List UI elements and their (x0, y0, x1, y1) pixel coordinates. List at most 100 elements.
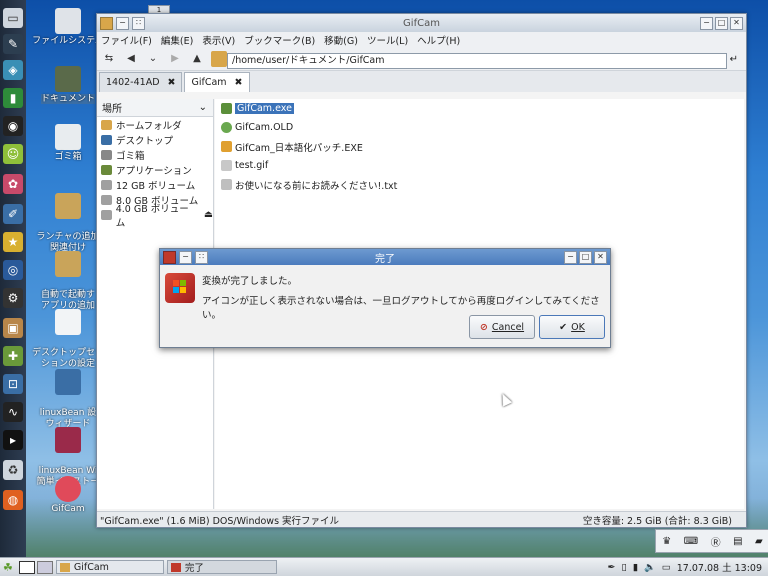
camera-icon[interactable]: ◉ (3, 116, 23, 136)
forward-icon[interactable]: ▶ (167, 51, 183, 67)
menu-bookmarks[interactable]: ブックマーク(B) (244, 33, 315, 47)
add-icon[interactable]: ✚ (3, 346, 23, 366)
monitor-icon[interactable]: ∿ (3, 402, 23, 422)
tray-panel: ♛ ⌨ Ⓡ ▤ ▰ (655, 529, 768, 553)
sticky-button[interactable]: ∷ (195, 250, 208, 264)
menu-go[interactable]: 移動(G) (324, 33, 358, 47)
text-file-icon (221, 179, 232, 190)
menu-help[interactable]: ヘルプ(H) (417, 33, 460, 47)
up-icon[interactable]: ▲ (189, 51, 205, 67)
new-tab-icon[interactable]: ⇆ (101, 51, 117, 67)
list-item[interactable]: test.gif (215, 156, 744, 175)
menu-edit[interactable]: 編集(E) (161, 33, 193, 47)
close-icon[interactable]: ✖ (168, 77, 176, 88)
cancel-button[interactable]: ⊘ Cancel (469, 315, 535, 339)
display-icon[interactable]: ▰ (755, 536, 763, 547)
dialog-titlebar: − ∷ 完了 − □ ✕ (160, 249, 610, 265)
r-icon[interactable]: Ⓡ (711, 534, 721, 549)
monitor-icon[interactable]: ▭ (662, 562, 671, 573)
menu-file[interactable]: ファイル(F) (101, 33, 152, 47)
notebook-icon[interactable]: ▮ (3, 88, 23, 108)
sidebar-item-trash[interactable]: ゴミ箱 (97, 147, 213, 162)
maximize-button[interactable]: □ (715, 17, 728, 30)
window-menu-button[interactable]: − (116, 16, 129, 30)
eject-icon[interactable]: ⏏ (204, 209, 213, 220)
folder-icon (55, 66, 81, 92)
sidebar-header[interactable]: 場所 ⌄ (97, 99, 213, 117)
system-tray: ✒ ▯ ▮ 🔈 ▭ 17.07.08 土 13:09 (602, 558, 768, 576)
task-gifcam[interactable]: GifCam (55, 560, 164, 574)
sticky-button[interactable]: ∷ (132, 16, 145, 30)
crown-icon[interactable]: ♛ (662, 536, 671, 547)
desktop-icon-documents[interactable]: ドキュメント (32, 66, 104, 105)
trash-icon[interactable]: ♻ (3, 460, 23, 480)
recycle-icon (221, 122, 232, 133)
android-icon[interactable]: ☺ (3, 144, 23, 164)
windows-icon (165, 273, 195, 303)
menu-view[interactable]: 表示(V) (202, 33, 235, 47)
tab-label: GifCam (191, 77, 227, 88)
desktop-icon-filesystem[interactable]: ファイルシステム (32, 8, 104, 47)
close-button[interactable]: ✕ (594, 251, 607, 264)
filesystem-icon (55, 8, 81, 34)
pen-icon[interactable]: ✒ (608, 562, 616, 573)
maximize-button[interactable]: □ (579, 251, 592, 264)
menubar: ファイル(F) 編集(E) 表示(V) ブックマーク(B) 移動(G) ツール(… (97, 32, 746, 48)
chevron-down-icon[interactable]: ⌄ (145, 51, 161, 67)
file-label: GifCam.OLD (235, 122, 294, 133)
sidebar-item-volume-4gb[interactable]: 4.0 GB ボリューム ⏏ (97, 204, 213, 229)
tab-1402-41ad[interactable]: 1402-41AD ✖ (99, 72, 183, 92)
path-input[interactable]: /home/user/ドキュメント/GifCam (227, 53, 727, 69)
list-item[interactable]: GifCam.OLD (215, 118, 744, 137)
gifcam-icon (55, 476, 81, 502)
go-icon[interactable]: ↵ (730, 54, 738, 65)
wifi-icon[interactable]: ◎ (3, 260, 23, 280)
menu-tools[interactable]: ツール(L) (367, 33, 408, 47)
pen-icon[interactable]: ✎ (3, 34, 23, 54)
battery-icon[interactable]: ▮ (633, 562, 638, 573)
workspace-1[interactable] (18, 560, 35, 574)
tab-gifcam[interactable]: GifCam ✖ (184, 72, 250, 92)
terminal-icon[interactable]: ▸ (3, 430, 23, 450)
workspace-2[interactable] (36, 560, 53, 574)
list-item[interactable]: お使いになる前にお読みください!.txt (215, 175, 744, 194)
folder-icon (55, 193, 81, 219)
close-icon[interactable]: ✖ (235, 77, 243, 88)
ok-button[interactable]: ✔ OK (539, 315, 605, 339)
sidebar-item-desktop[interactable]: デスクトップ (97, 132, 213, 147)
projector-icon[interactable]: ⊡ (3, 374, 23, 394)
desktop-icon[interactable]: ▭ (3, 8, 23, 28)
start-menu-icon[interactable]: ☘ (3, 561, 13, 574)
gear-icon[interactable]: ⚙ (3, 288, 23, 308)
star-icon[interactable]: ★ (3, 232, 23, 252)
minimize-button[interactable]: − (700, 17, 713, 30)
clipboard-icon[interactable]: ▯ (621, 562, 626, 573)
window-menu-button[interactable]: − (179, 250, 192, 264)
paint-icon[interactable]: ✿ (3, 174, 23, 194)
back-icon[interactable]: ◀ (123, 51, 139, 67)
file-label: GifCam_日本語化パッチ.EXE (235, 142, 363, 154)
task-dialog[interactable]: 完了 (166, 560, 277, 574)
home-icon[interactable] (211, 51, 227, 67)
app-icon[interactable]: ◈ (3, 60, 23, 80)
desktop-icon-trash[interactable]: ゴミ箱 (32, 124, 104, 163)
window-title: GifCam (403, 17, 440, 29)
sidebar-item-volume-12gb[interactable]: 12 GB ボリューム (97, 177, 213, 192)
close-button[interactable]: ✕ (730, 17, 743, 30)
list-item[interactable]: GifCam_日本語化パッチ.EXE (215, 137, 744, 156)
dialog-title: 完了 (375, 253, 395, 265)
clock[interactable]: 17.07.08 土 13:09 (677, 560, 762, 574)
list-item[interactable]: GifCam.exe (215, 99, 744, 118)
window-icon[interactable]: ▤ (733, 536, 742, 547)
drive-icon (101, 179, 112, 190)
minimize-button[interactable]: − (564, 251, 577, 264)
edit-icon[interactable]: ✐ (3, 204, 23, 224)
firefox-icon[interactable]: ◍ (3, 490, 23, 510)
chevron-down-icon[interactable]: ⌄ (199, 102, 207, 113)
keyboard-icon[interactable]: ⌨ (684, 536, 698, 547)
sidebar-item-applications[interactable]: アプリケーション (97, 162, 213, 177)
desktop-icon-gifcam[interactable]: GifCam (32, 476, 104, 515)
volume-icon[interactable]: 🔈 (644, 562, 656, 573)
sidebar-item-home[interactable]: ホームフォルダ (97, 117, 213, 132)
box-icon[interactable]: ▣ (3, 318, 23, 338)
